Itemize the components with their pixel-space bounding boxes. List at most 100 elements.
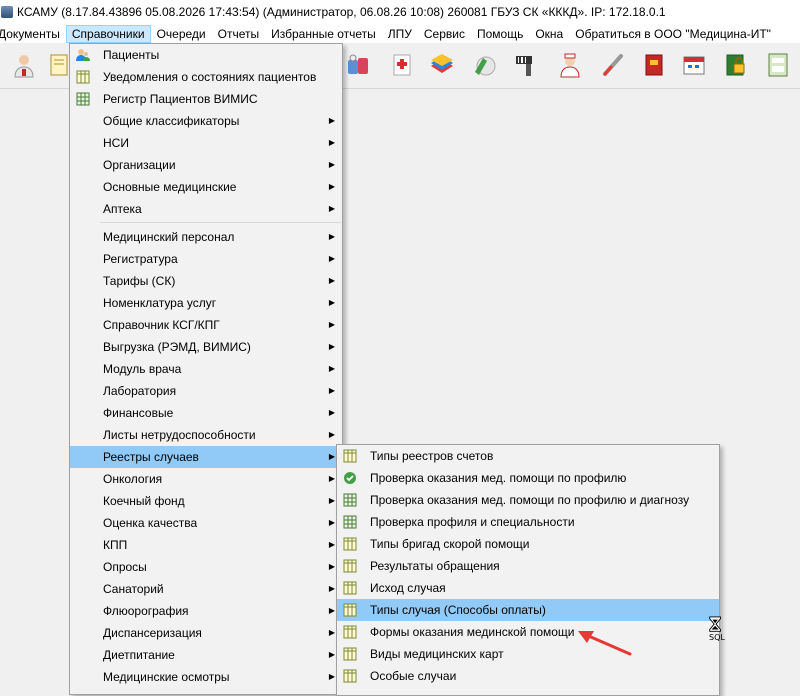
submenu-item-medical-card-types[interactable]: Виды медицинских карт [337, 643, 719, 665]
menu-item-medical-staff[interactable]: Медицинский персонал ▶ [70, 226, 342, 248]
table-icon [76, 70, 90, 84]
menu-item-registry[interactable]: Регистратура ▶ [70, 248, 342, 270]
capsules-icon[interactable] [470, 51, 498, 79]
menu-item-organizations[interactable]: Организации ▶ [70, 154, 342, 176]
menu-item-pharmacy[interactable]: Аптека ▶ [70, 198, 342, 220]
pills-icon[interactable] [344, 51, 372, 79]
nurse-icon[interactable] [556, 51, 584, 79]
submenu-item-special-cases[interactable]: Особые случаи [337, 665, 719, 687]
table-icon [343, 449, 357, 463]
menu-item-oncology[interactable]: Онкология ▶ [70, 468, 342, 490]
thermometer-icon[interactable] [598, 51, 626, 79]
first-aid-kit-icon[interactable] [388, 51, 416, 79]
menu-item-tariffs[interactable]: Тарифы (СК) ▶ [70, 270, 342, 292]
menu-item-services-nomenclature[interactable]: Номенклатура услуг ▶ [70, 292, 342, 314]
submenu-item-care-forms[interactable]: Формы оказания мединской помощи [337, 621, 719, 643]
submenu-arrow-icon: ▶ [328, 518, 335, 527]
grid-icon [76, 92, 90, 106]
submenu-arrow-icon: ▶ [328, 116, 335, 125]
submenu-arrow-icon: ▶ [328, 342, 335, 351]
submenu-arrow-icon: ▶ [328, 254, 335, 263]
submenu-arrow-icon: ▶ [328, 298, 335, 307]
table-icon [343, 647, 357, 661]
lock-book-icon[interactable] [722, 51, 750, 79]
table-icon [343, 537, 357, 551]
submenu-item-profile-diagnosis-check[interactable]: Проверка оказания мед. помощи по профилю… [337, 489, 719, 511]
submenu-arrow-icon: ▶ [328, 408, 335, 417]
table-icon [343, 669, 357, 683]
submenu-arrow-icon: ▶ [328, 204, 335, 213]
submenu-arrow-icon: ▶ [328, 628, 335, 637]
table-icon [343, 625, 357, 639]
menu-directories[interactable]: Справочники [65, 24, 151, 43]
menu-item-nsi[interactable]: НСИ ▶ [70, 132, 342, 154]
submenu-arrow-icon: ▶ [328, 474, 335, 483]
submenu-arrow-icon: ▶ [328, 540, 335, 549]
submenu-item-profile-specialty-check[interactable]: Проверка профиля и специальности [337, 511, 719, 533]
menu-contact-vendor[interactable]: Обратиться в ООО "Медицина-ИТ" [569, 25, 777, 43]
menu-item-sanatorium[interactable]: Санаторий ▶ [70, 578, 342, 600]
menu-item-main-medical[interactable]: Основные медицинские ▶ [70, 176, 342, 198]
annotation-arrow-icon [578, 631, 632, 656]
menu-item-bed-fund[interactable]: Коечный фонд ▶ [70, 490, 342, 512]
submenu-arrow-icon: ▶ [328, 160, 335, 169]
submenu-arrow-icon: ▶ [328, 452, 335, 461]
menu-item-dispensarization[interactable]: Диспансеризация ▶ [70, 622, 342, 644]
submenu-item-appeal-results[interactable]: Результаты обращения [337, 555, 719, 577]
mkb-10-icon[interactable] [764, 51, 792, 79]
submenu-arrow-icon: ▶ [328, 584, 335, 593]
sql-wait-cursor-icon: SQL [706, 616, 726, 646]
menu-item-kpp[interactable]: КПП ▶ [70, 534, 342, 556]
submenu-item-case-outcome[interactable]: Исход случая [337, 577, 719, 599]
menu-bar: Документы Справочники Очереди Отчеты Изб… [0, 24, 800, 43]
case-registers-submenu: Типы реестров счетов Проверка оказания м… [336, 444, 720, 696]
submenu-item-profile-check[interactable]: Проверка оказания мед. помощи по профилю [337, 467, 719, 489]
window-title: КСАМУ (8.17.84.43896 05.08.2026 17:43:54… [17, 5, 666, 19]
menu-help[interactable]: Помощь [471, 25, 529, 43]
menu-item-patient-state-notifications[interactable]: Уведомления о состояниях пациентов [70, 66, 342, 88]
menu-item-surveys[interactable]: Опросы ▶ [70, 556, 342, 578]
menu-item-quality-assessment[interactable]: Оценка качества ▶ [70, 512, 342, 534]
submenu-item-ambulance-team-types[interactable]: Типы бригад скорой помощи [337, 533, 719, 555]
menu-queues[interactable]: Очереди [151, 25, 212, 43]
submenu-item-invoice-register-types[interactable]: Типы реестров счетов [337, 445, 719, 467]
menu-item-medical-examinations[interactable]: Медицинские осмотры ▶ [70, 666, 342, 688]
barcode-scanner-icon[interactable] [512, 51, 540, 79]
menu-windows[interactable]: Окна [529, 25, 569, 43]
menu-service[interactable]: Сервис [418, 25, 471, 43]
submenu-arrow-icon: ▶ [328, 386, 335, 395]
title-bar: КСАМУ (8.17.84.43896 05.08.2026 17:43:54… [0, 0, 800, 25]
submenu-arrow-icon: ▶ [328, 606, 335, 615]
menu-item-ksg-kpg[interactable]: Справочник КСГ/КПГ ▶ [70, 314, 342, 336]
menu-item-diet-nutrition[interactable]: Диетпитание ▶ [70, 644, 342, 666]
menu-item-fluorography[interactable]: Флюорография ▶ [70, 600, 342, 622]
submenu-arrow-icon: ▶ [328, 320, 335, 329]
menu-item-patients[interactable]: Пациенты [70, 44, 342, 66]
menu-item-vimis-register[interactable]: Регистр Пациентов ВИМИС [70, 88, 342, 110]
books-icon[interactable] [428, 51, 456, 79]
menu-item-export-remd[interactable]: Выгрузка (РЭМД, ВИМИС) ▶ [70, 336, 342, 358]
directories-dropdown: Пациенты Уведомления о состояниях пациен… [69, 43, 343, 695]
calendar-icon[interactable] [680, 51, 708, 79]
submenu-arrow-icon: ▶ [328, 562, 335, 571]
menu-item-case-registers[interactable]: Реестры случаев ▶ [70, 446, 342, 468]
red-book-icon[interactable] [640, 51, 668, 79]
menu-lpu[interactable]: ЛПУ [382, 25, 418, 43]
menu-favorite-reports[interactable]: Избранные отчеты [265, 25, 382, 43]
submenu-arrow-icon: ▶ [328, 276, 335, 285]
menu-reports[interactable]: Отчеты [212, 25, 265, 43]
check-circle-icon [343, 471, 357, 485]
notebook-icon[interactable] [44, 51, 72, 79]
submenu-arrow-icon: ▶ [328, 364, 335, 373]
menu-item-common-classifiers[interactable]: Общие классификаторы ▶ [70, 110, 342, 132]
menu-item-sick-leave[interactable]: Листы нетрудоспособности ▶ [70, 424, 342, 446]
submenu-item-case-types-payment[interactable]: Типы случая (Способы оплаты) [337, 599, 719, 621]
doctor-icon[interactable] [10, 51, 38, 79]
menu-item-doctor-module[interactable]: Модуль врача ▶ [70, 358, 342, 380]
menu-item-financial[interactable]: Финансовые ▶ [70, 402, 342, 424]
submenu-arrow-icon: ▶ [328, 650, 335, 659]
grid-icon [343, 515, 357, 529]
menu-item-laboratory[interactable]: Лаборатория ▶ [70, 380, 342, 402]
submenu-arrow-icon: ▶ [328, 138, 335, 147]
menu-documents[interactable]: Документы [0, 25, 66, 43]
